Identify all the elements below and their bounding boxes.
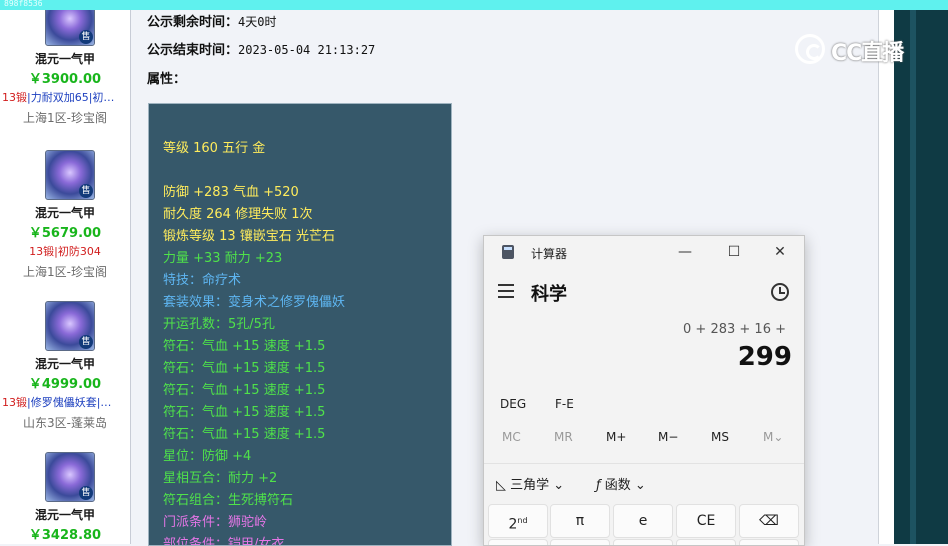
function-dropdown[interactable]: ƒ 函数 ⌄	[596, 474, 646, 493]
calculator-key[interactable]	[676, 539, 736, 545]
calculator-key[interactable]	[488, 539, 548, 545]
close-button[interactable]: ✕	[765, 240, 795, 264]
listing-price: ￥4999.00	[28, 377, 102, 392]
cc-live-watermark: CC直播	[795, 30, 935, 70]
fe-button[interactable]: F-E	[555, 397, 574, 411]
chevron-down-icon: ⌄	[549, 478, 565, 493]
sell-badge: 售	[79, 184, 93, 198]
result-display: 299	[737, 342, 792, 372]
memory-recall-button[interactable]: MR	[554, 430, 573, 444]
attr-line: 门派条件：狮驼岭	[163, 515, 268, 530]
listing-name[interactable]: 混元一气甲	[0, 506, 130, 523]
sell-badge: 售	[79, 486, 93, 500]
calculator-key[interactable]	[739, 539, 799, 545]
second-function-key[interactable]: 2nd	[488, 504, 548, 538]
listing-server: 上海1区-珍宝阁	[23, 111, 107, 125]
attr-line: 力量 +33 耐力 +23	[163, 251, 283, 266]
armor-thumbnail[interactable]: 售	[45, 10, 95, 46]
memory-store-button[interactable]: MS	[711, 430, 729, 444]
listing-sidebar[interactable]: 售 混元一气甲 ￥3900.00 13锻|力耐双加65|初… 上海1区-珍宝阁 …	[0, 10, 131, 544]
listing-name[interactable]: 混元一气甲	[0, 204, 130, 221]
attr-line: 开运孔数：5孔/5孔	[163, 317, 275, 332]
page-scrollbar[interactable]	[878, 10, 895, 544]
top-bar-label: 898f8536	[4, 0, 43, 8]
sell-badge: 售	[79, 30, 93, 44]
listing-server: 上海1区-珍宝阁	[23, 265, 107, 279]
side-strip	[910, 10, 916, 544]
listing-attributes: 13锻|力耐双加65|初…	[2, 91, 115, 104]
minimize-button[interactable]: —	[670, 240, 700, 264]
listing-server: 山东3区-蓬莱岛	[23, 416, 107, 430]
listing-attributes: 13锻|初防304	[29, 245, 101, 258]
listing-name[interactable]: 混元一气甲	[0, 50, 130, 67]
attributes-box: 等级 160 五行 金 防御 +283 气血 +520 耐久度 264 修理失败…	[148, 103, 452, 546]
listing-price: ￥5679.00	[28, 226, 102, 241]
attr-line: 符石：气血 +15 速度 +1.5	[163, 339, 326, 354]
listing-price: ￥3428.80	[28, 528, 102, 543]
function-icon: ƒ	[596, 478, 605, 493]
attr-line: 特技：命疗术	[163, 273, 242, 288]
divider	[484, 463, 804, 464]
sell-badge: 售	[79, 335, 93, 349]
pi-key[interactable]: π	[550, 504, 610, 538]
attr-line: 防御 +283 气血 +520	[163, 185, 299, 200]
backspace-key[interactable]: ⌫	[739, 504, 799, 538]
e-key[interactable]: e	[613, 504, 673, 538]
listing-attributes: 13锻|修罗傀儡妖套|…	[2, 396, 112, 409]
attr-line: 符石：气血 +15 速度 +1.5	[163, 405, 326, 420]
stream-side-panel	[894, 10, 948, 544]
history-icon[interactable]	[771, 283, 789, 301]
attr-line: 星位：防御 +4	[163, 449, 252, 464]
expression-display: 0 + 283 + 16 +	[683, 322, 786, 337]
armor-thumbnail[interactable]: 售	[45, 452, 95, 502]
triangle-icon: ◺	[496, 478, 511, 493]
window-title: 计算器	[531, 247, 568, 261]
attributes-heading: 属性：	[147, 72, 187, 87]
chevron-down-icon: ⌄	[630, 478, 646, 493]
calculator-mode: 科学	[531, 284, 567, 305]
attr-line: 符石：气血 +15 速度 +1.5	[163, 361, 326, 376]
attr-line: 星相互合：耐力 +2	[163, 471, 278, 486]
memory-add-button[interactable]: M+	[606, 430, 626, 444]
trig-dropdown[interactable]: ◺ 三角学 ⌄	[496, 474, 564, 493]
calculator-window[interactable]: 计算器 — ☐ ✕ 科学 0 + 283 + 16 + 299 DEG F-E …	[483, 235, 805, 546]
attr-line: 耐久度 264 修理失败 1次	[163, 207, 313, 222]
listing-price: ￥3900.00	[28, 72, 102, 87]
hamburger-menu-icon[interactable]	[498, 284, 514, 298]
calculator-key[interactable]	[613, 539, 673, 545]
calculator-app-icon	[502, 245, 514, 259]
attr-line: 等级 160 五行 金	[163, 141, 266, 156]
armor-thumbnail[interactable]: 售	[45, 301, 95, 351]
memory-clear-button[interactable]: MC	[502, 430, 521, 444]
attr-line: 符石：气血 +15 速度 +1.5	[163, 427, 326, 442]
clear-entry-key[interactable]: CE	[676, 504, 736, 538]
end-time: 公示结束时间：2023-05-04 21:13:27	[147, 43, 376, 58]
calculator-key[interactable]	[550, 539, 610, 545]
maximize-button[interactable]: ☐	[719, 240, 749, 264]
armor-thumbnail[interactable]: 售	[45, 150, 95, 200]
listing-name[interactable]: 混元一气甲	[0, 355, 130, 372]
attr-line: 符石组合：生死搏符石	[163, 493, 294, 508]
watermark-text: CC直播	[831, 41, 904, 66]
remaining-time: 公示剩余时间：4天0时	[147, 15, 277, 30]
memory-subtract-button[interactable]: M−	[658, 430, 678, 444]
attr-line: 套装效果：变身术之修罗傀儡妖	[163, 295, 346, 310]
top-bar: 898f8536	[0, 0, 948, 10]
attr-line: 符石：气血 +15 速度 +1.5	[163, 383, 326, 398]
angle-unit-button[interactable]: DEG	[500, 397, 526, 411]
attr-line: 锻炼等级 13 镶嵌宝石 光芒石	[163, 229, 335, 244]
attr-line: 部位条件：铠甲/女衣	[163, 537, 285, 546]
cc-logo-icon	[795, 34, 825, 64]
memory-list-button[interactable]: M⌄	[763, 430, 783, 444]
